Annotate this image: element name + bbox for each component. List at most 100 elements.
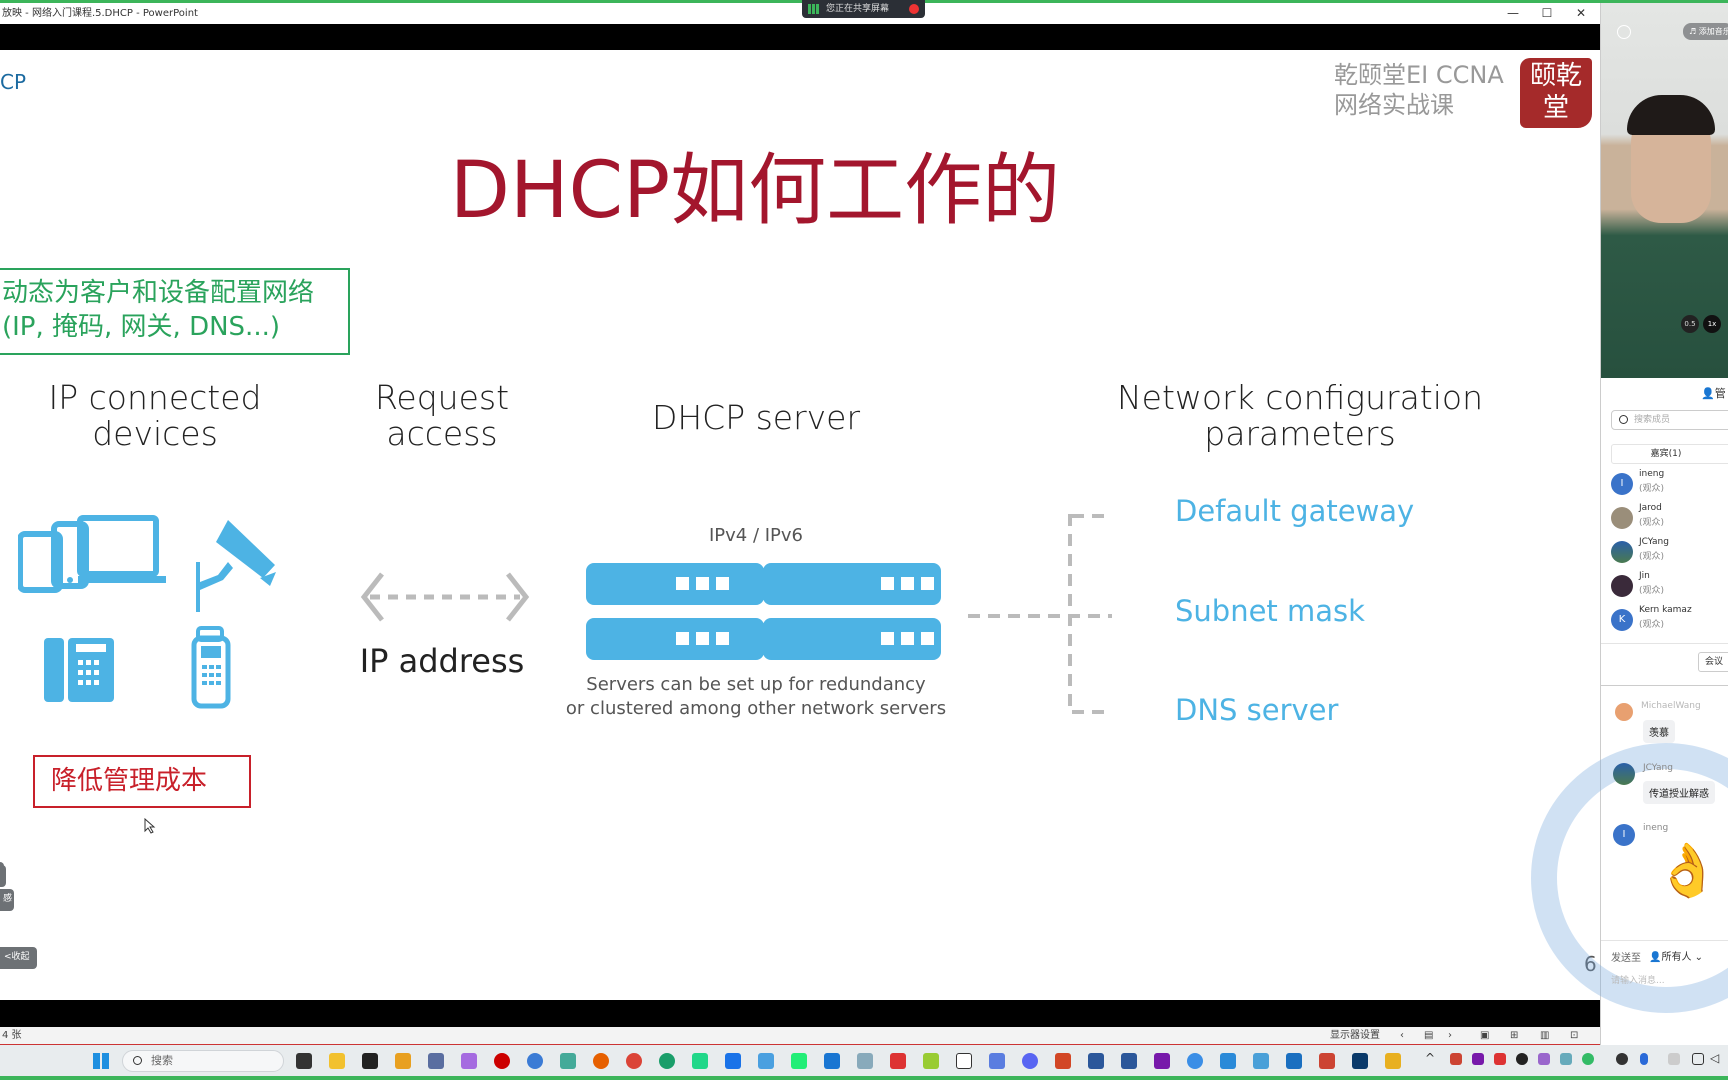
microphone-icon[interactable] — [1640, 1053, 1648, 1065]
notion-icon[interactable] — [956, 1053, 972, 1069]
pycharm-icon[interactable] — [692, 1053, 708, 1069]
tray-icon[interactable] — [1450, 1053, 1462, 1065]
speed-1x-button[interactable]: 1x — [1703, 315, 1721, 333]
onenote-icon[interactable] — [1154, 1053, 1170, 1069]
slide: CP 乾颐堂EI CCNA 网络实战课 颐乾堂 DHCP如何工作的 动态为客户和… — [0, 50, 1600, 1000]
app-icon[interactable] — [461, 1053, 477, 1069]
send-to-dropdown[interactable]: 👤所有人 ⌄ — [1649, 948, 1703, 963]
more-icon[interactable] — [1617, 25, 1631, 39]
app-icon[interactable] — [1187, 1053, 1203, 1069]
chat-sender: ineng — [1643, 823, 1669, 833]
slide-list-icon[interactable]: ▤ — [1424, 1027, 1433, 1045]
app-icon[interactable] — [527, 1053, 543, 1069]
app-icon[interactable] — [395, 1053, 411, 1069]
app-icon[interactable] — [428, 1053, 444, 1069]
prev-slide-icon[interactable]: ‹ — [1400, 1027, 1404, 1045]
manage-tab[interactable]: 👤管 — [1701, 385, 1726, 401]
member-item[interactable]: Jin (观众) — [1611, 571, 1728, 603]
app-icon[interactable] — [1286, 1053, 1302, 1069]
wechat-icon[interactable] — [791, 1053, 807, 1069]
server-caption: Servers can be set up for redundancy or … — [556, 673, 956, 721]
firefox-icon[interactable] — [593, 1053, 609, 1069]
member-item[interactable]: Iineng (观众) — [1611, 469, 1728, 501]
app-icon[interactable] — [890, 1053, 906, 1069]
ip-version-label: IPv4 / IPv6 — [708, 525, 804, 546]
powerpoint-icon[interactable] — [1055, 1053, 1071, 1069]
app-icon[interactable] — [758, 1053, 774, 1069]
word-icon[interactable] — [1121, 1053, 1137, 1069]
avatar — [1611, 575, 1633, 597]
next-slide-icon[interactable]: › — [1448, 1027, 1452, 1045]
member-item[interactable]: JCYang (观众) — [1611, 537, 1728, 569]
app-icon[interactable] — [824, 1053, 840, 1069]
add-music-button[interactable]: ♬ 添加音乐 — [1683, 23, 1728, 40]
sorter-view-icon[interactable]: ⊞ — [1510, 1027, 1518, 1045]
member-item[interactable]: Jarod (观众) — [1611, 503, 1728, 535]
handheld-scanner-icon — [191, 626, 231, 709]
member-search-input[interactable]: 搜索成员 — [1611, 410, 1728, 430]
meeting-button[interactable]: 会议 — [1698, 652, 1728, 672]
tray-icon[interactable] — [1582, 1053, 1594, 1065]
discord-icon[interactable] — [1022, 1053, 1038, 1069]
app-icon[interactable] — [923, 1053, 939, 1069]
search-placeholder: 搜索 — [151, 1054, 173, 1067]
keyboard-icon[interactable] — [1668, 1053, 1680, 1065]
start-icon[interactable] — [93, 1053, 109, 1069]
app-icon[interactable] — [857, 1053, 873, 1069]
app-icon[interactable] — [725, 1053, 741, 1069]
taskbar-search[interactable]: 搜索 — [122, 1050, 284, 1072]
search-icon — [133, 1056, 142, 1065]
screen-share-indicator[interactable]: 您正在共享屏幕 — [802, 0, 925, 18]
member-list: Iineng (观众) Jarod (观众) JCYang (观众) Jin (观众) … — [1601, 469, 1728, 643]
app-icon[interactable] — [989, 1053, 1005, 1069]
status-bar: 4 张 显示器设置 ‹ ▤ › ▣ ⊞ ▥ ⊡ — [0, 1027, 1600, 1045]
mouse-cursor-icon — [144, 818, 156, 834]
edge-icon[interactable] — [659, 1053, 675, 1069]
ip-address-label: IP address — [359, 642, 525, 680]
meeting-app-icon[interactable] — [1352, 1053, 1368, 1069]
app-icon[interactable] — [1220, 1053, 1236, 1069]
app-icon[interactable] — [1319, 1053, 1335, 1069]
header-server: DHCP server — [651, 398, 861, 437]
member-role: (观众) — [1639, 484, 1665, 494]
param-dns-server: DNS server — [1175, 693, 1339, 727]
slideshow-view-icon[interactable]: ⊡ — [1570, 1027, 1578, 1045]
task-view-icon[interactable] — [296, 1053, 312, 1069]
speaker-video: ♬ 添加音乐 0.5 1x — [1601, 3, 1728, 378]
avatar: I — [1611, 473, 1633, 495]
app-icon[interactable] — [1385, 1053, 1401, 1069]
chat-message: 羡慕 — [1643, 720, 1675, 743]
chrome-icon[interactable] — [626, 1053, 642, 1069]
reading-view-icon[interactable]: ▥ — [1540, 1027, 1549, 1045]
volume-icon[interactable]: ◁ — [1710, 1051, 1719, 1065]
record-icon[interactable] — [494, 1053, 510, 1069]
tray-icon[interactable] — [1560, 1053, 1572, 1065]
slide-info: 4 张 — [2, 1030, 22, 1041]
normal-view-icon[interactable]: ▣ — [1480, 1027, 1489, 1045]
display-settings-button[interactable]: 显示器设置 — [1330, 1027, 1380, 1045]
speed-05-button[interactable]: 0.5 — [1681, 315, 1699, 333]
side-button-2[interactable] — [0, 865, 6, 887]
visio-icon[interactable] — [1088, 1053, 1104, 1069]
tray-icon[interactable] — [1616, 1053, 1628, 1065]
tab-guests[interactable]: 嘉宾(1) — [1611, 444, 1728, 464]
member-item[interactable]: K Kern kamaz (观众) — [1611, 605, 1728, 637]
collapse-button[interactable]: <收起 — [0, 947, 37, 969]
app-icon[interactable] — [560, 1053, 576, 1069]
app-icon[interactable] — [1253, 1053, 1269, 1069]
tray-expand-icon[interactable]: ^ — [1425, 1051, 1435, 1065]
maximize-button[interactable]: ☐ — [1530, 3, 1564, 24]
brand-line-1: 乾颐堂EI CCNA — [1334, 61, 1504, 89]
side-button-3[interactable]: 感 — [0, 889, 14, 911]
terminal-icon[interactable] — [362, 1053, 378, 1069]
message-input[interactable]: 请输入消息... — [1611, 973, 1721, 986]
minimize-button[interactable]: — — [1496, 3, 1530, 24]
tray-icon[interactable] — [1494, 1053, 1506, 1065]
stop-share-icon[interactable] — [909, 4, 919, 14]
tray-icon[interactable] — [1472, 1053, 1484, 1065]
file-explorer-icon[interactable] — [329, 1053, 345, 1069]
tray-icon[interactable] — [1516, 1053, 1528, 1065]
close-button[interactable]: ✕ — [1564, 3, 1598, 24]
network-icon[interactable] — [1692, 1053, 1704, 1065]
tray-icon[interactable] — [1538, 1053, 1550, 1065]
